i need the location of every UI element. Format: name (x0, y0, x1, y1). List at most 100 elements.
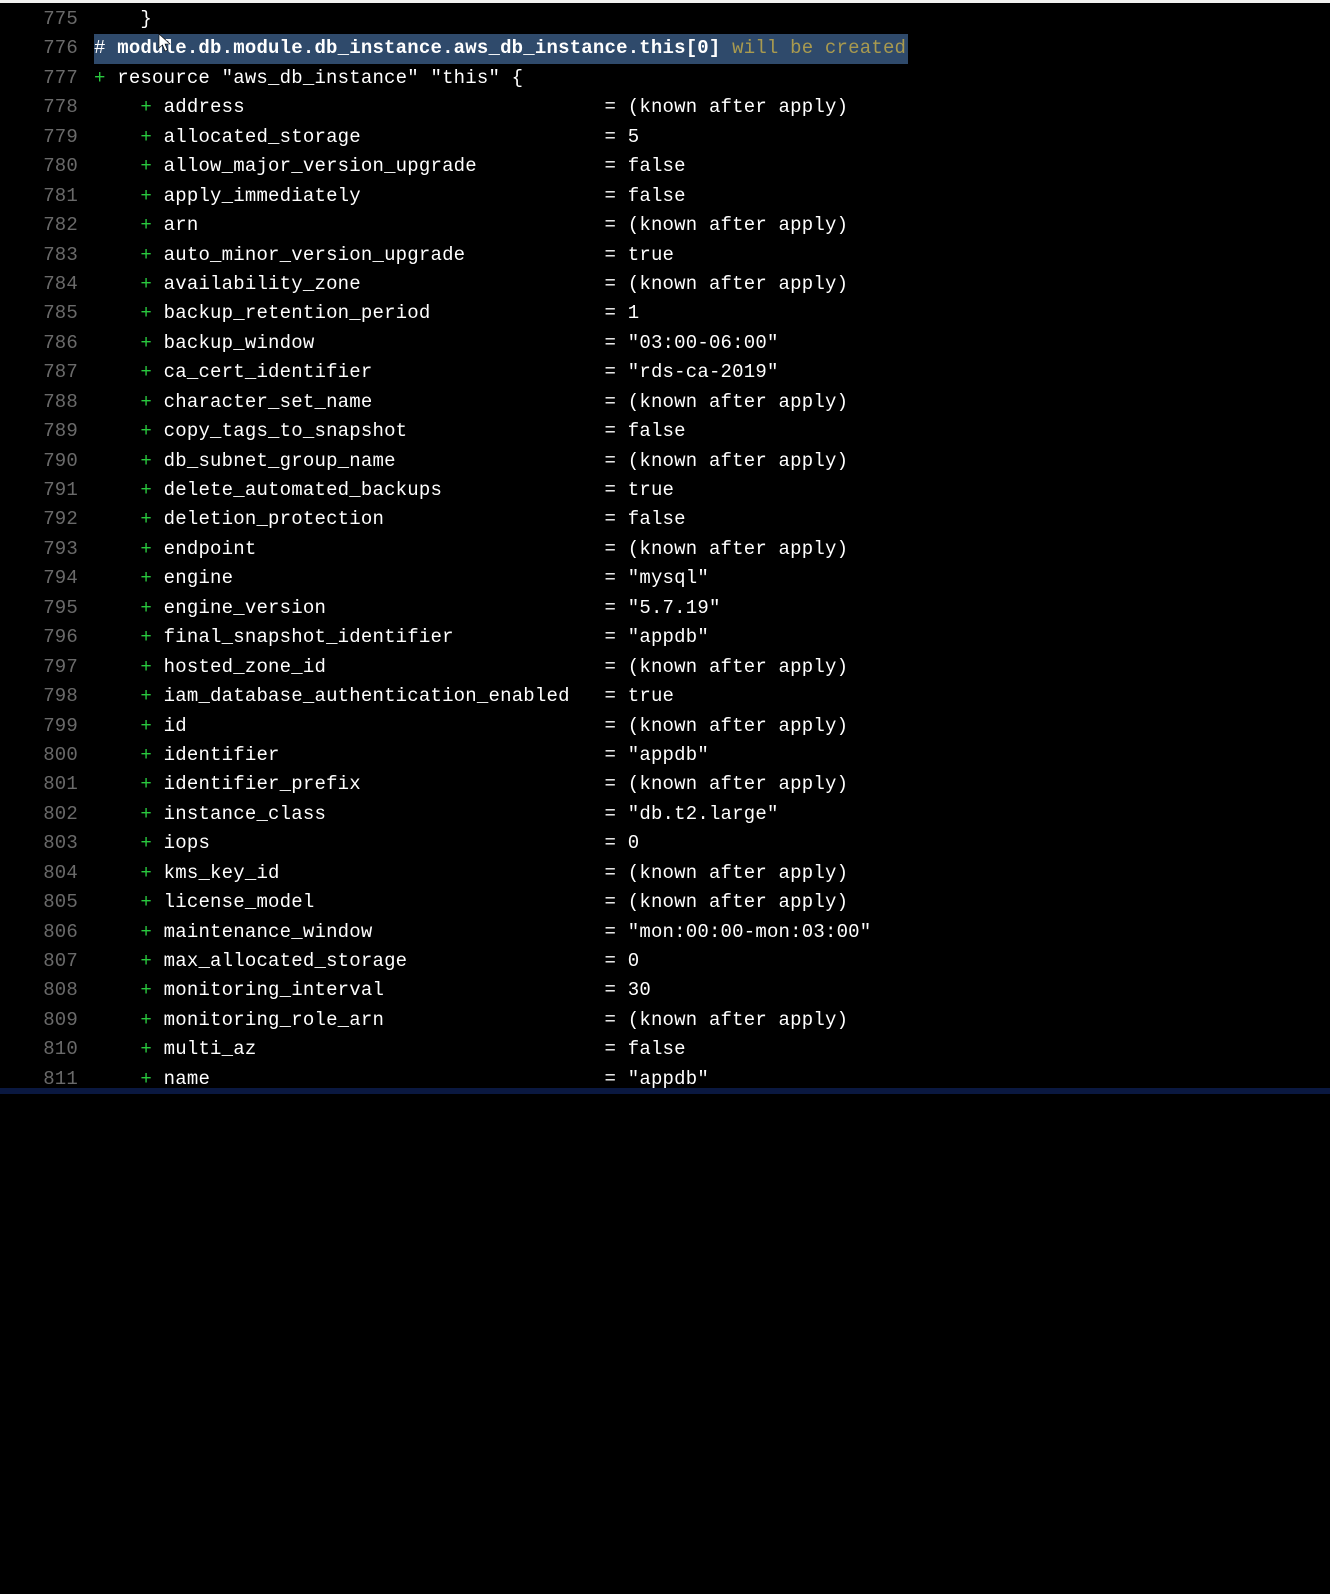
diff-plus-icon: + (140, 626, 152, 648)
code-content: + identifier_prefix = (known after apply… (94, 770, 1330, 799)
attr-key: deletion_protection (164, 508, 605, 530)
code-content: + apply_immediately = false (94, 182, 1330, 211)
code-line[interactable]: 789 + copy_tags_to_snapshot = false (0, 417, 1330, 446)
attr-key: character_set_name (164, 391, 605, 413)
code-line[interactable]: 776 # module.db.module.db_instance.aws_d… (0, 34, 1330, 63)
code-line[interactable]: 809 + monitoring_role_arn = (known after… (0, 1006, 1330, 1035)
attr-value: (known after apply) (628, 656, 848, 678)
line-number: 797 (0, 653, 94, 682)
code-content: + auto_minor_version_upgrade = true (94, 241, 1330, 270)
attr-value: "appdb" (628, 744, 709, 766)
attr-key: hosted_zone_id (164, 656, 605, 678)
equals-op: = (605, 685, 628, 707)
code-line[interactable]: 781 + apply_immediately = false (0, 182, 1330, 211)
diff-plus-icon: + (140, 803, 152, 825)
diff-plus-icon: + (140, 244, 152, 266)
code-line[interactable]: 777 + resource "aws_db_instance" "this" … (0, 64, 1330, 93)
equals-op: = (605, 96, 628, 118)
line-number: 803 (0, 829, 94, 858)
code-line[interactable]: 786 + backup_window = "03:00-06:00" (0, 329, 1330, 358)
code-line[interactable]: 807 + max_allocated_storage = 0 (0, 947, 1330, 976)
diff-plus-icon: + (140, 1068, 152, 1090)
attr-key: auto_minor_version_upgrade (164, 244, 605, 266)
diff-plus-icon: + (140, 744, 152, 766)
code-content: + resource "aws_db_instance" "this" { (94, 64, 1330, 93)
code-line[interactable]: 792 + deletion_protection = false (0, 505, 1330, 534)
line-number: 801 (0, 770, 94, 799)
code-line[interactable]: 795 + engine_version = "5.7.19" (0, 594, 1330, 623)
code-content: + license_model = (known after apply) (94, 888, 1330, 917)
code-content: + endpoint = (known after apply) (94, 535, 1330, 564)
attr-value: false (628, 508, 686, 530)
equals-op: = (605, 891, 628, 913)
attr-value: "mysql" (628, 567, 709, 589)
code-line[interactable]: 793 + endpoint = (known after apply) (0, 535, 1330, 564)
code-line[interactable]: 797 + hosted_zone_id = (known after appl… (0, 653, 1330, 682)
code-line[interactable]: 780 + allow_major_version_upgrade = fals… (0, 152, 1330, 181)
diff-plus-icon: + (140, 567, 152, 589)
equals-op: = (605, 244, 628, 266)
attr-key: allocated_storage (164, 126, 605, 148)
code-line[interactable]: 803 + iops = 0 (0, 829, 1330, 858)
code-content: + instance_class = "db.t2.large" (94, 800, 1330, 829)
attr-key: multi_az (164, 1038, 605, 1060)
attr-key: engine_version (164, 597, 605, 619)
code-line[interactable]: 798 + iam_database_authentication_enable… (0, 682, 1330, 711)
attr-key: delete_automated_backups (164, 479, 605, 501)
code-line[interactable]: 790 + db_subnet_group_name = (known afte… (0, 447, 1330, 476)
attr-value: false (628, 420, 686, 442)
code-line[interactable]: 802 + instance_class = "db.t2.large" (0, 800, 1330, 829)
code-line[interactable]: 796 + final_snapshot_identifier = "appdb… (0, 623, 1330, 652)
code-content: + arn = (known after apply) (94, 211, 1330, 240)
attr-value: (known after apply) (628, 538, 848, 560)
code-line[interactable]: 785 + backup_retention_period = 1 (0, 299, 1330, 328)
attr-value: "03:00-06:00" (628, 332, 779, 354)
code-line[interactable]: 799 + id = (known after apply) (0, 712, 1330, 741)
code-line[interactable]: 806 + maintenance_window = "mon:00:00-mo… (0, 918, 1330, 947)
equals-op: = (605, 479, 628, 501)
diff-plus-icon: + (94, 67, 106, 89)
equals-op: = (605, 332, 628, 354)
code-editor[interactable]: 775 } 776 # module.db.module.db_instance… (0, 3, 1330, 1094)
attr-value: "appdb" (628, 1068, 709, 1090)
attr-value: true (628, 685, 674, 707)
code-line[interactable]: 779 + allocated_storage = 5 (0, 123, 1330, 152)
code-line[interactable]: 810 + multi_az = false (0, 1035, 1330, 1064)
code-content: + monitoring_interval = 30 (94, 976, 1330, 1005)
code-line[interactable]: 791 + delete_automated_backups = true (0, 476, 1330, 505)
code-line[interactable]: 804 + kms_key_id = (known after apply) (0, 859, 1330, 888)
code-content: + backup_window = "03:00-06:00" (94, 329, 1330, 358)
diff-plus-icon: + (140, 214, 152, 236)
attr-value: (known after apply) (628, 862, 848, 884)
code-line[interactable]: 805 + license_model = (known after apply… (0, 888, 1330, 917)
line-number: 785 (0, 299, 94, 328)
attr-key: apply_immediately (164, 185, 605, 207)
line-number: 783 (0, 241, 94, 270)
attr-value: "5.7.19" (628, 597, 721, 619)
code-line[interactable]: 787 + ca_cert_identifier = "rds-ca-2019" (0, 358, 1330, 387)
line-number: 784 (0, 270, 94, 299)
code-line[interactable]: 775 } (0, 5, 1330, 34)
equals-op: = (605, 1009, 628, 1031)
code-line[interactable]: 800 + identifier = "appdb" (0, 741, 1330, 770)
code-line[interactable]: 784 + availability_zone = (known after a… (0, 270, 1330, 299)
line-number: 795 (0, 594, 94, 623)
attr-value: (known after apply) (628, 891, 848, 913)
code-line[interactable]: 778 + address = (known after apply) (0, 93, 1330, 122)
diff-plus-icon: + (140, 715, 152, 737)
code-line[interactable]: 788 + character_set_name = (known after … (0, 388, 1330, 417)
line-number: 806 (0, 918, 94, 947)
comment-path: module.db.module.db_instance.aws_db_inst… (117, 37, 720, 59)
code-line[interactable]: 782 + arn = (known after apply) (0, 211, 1330, 240)
equals-op: = (605, 185, 628, 207)
line-number: 805 (0, 888, 94, 917)
code-line[interactable]: 794 + engine = "mysql" (0, 564, 1330, 593)
attr-key: max_allocated_storage (164, 950, 605, 972)
code-line[interactable]: 808 + monitoring_interval = 30 (0, 976, 1330, 1005)
code-line[interactable]: 801 + identifier_prefix = (known after a… (0, 770, 1330, 799)
diff-plus-icon: + (140, 273, 152, 295)
attr-value: true (628, 244, 674, 266)
code-content: + copy_tags_to_snapshot = false (94, 417, 1330, 446)
equals-op: = (605, 420, 628, 442)
code-line[interactable]: 783 + auto_minor_version_upgrade = true (0, 241, 1330, 270)
